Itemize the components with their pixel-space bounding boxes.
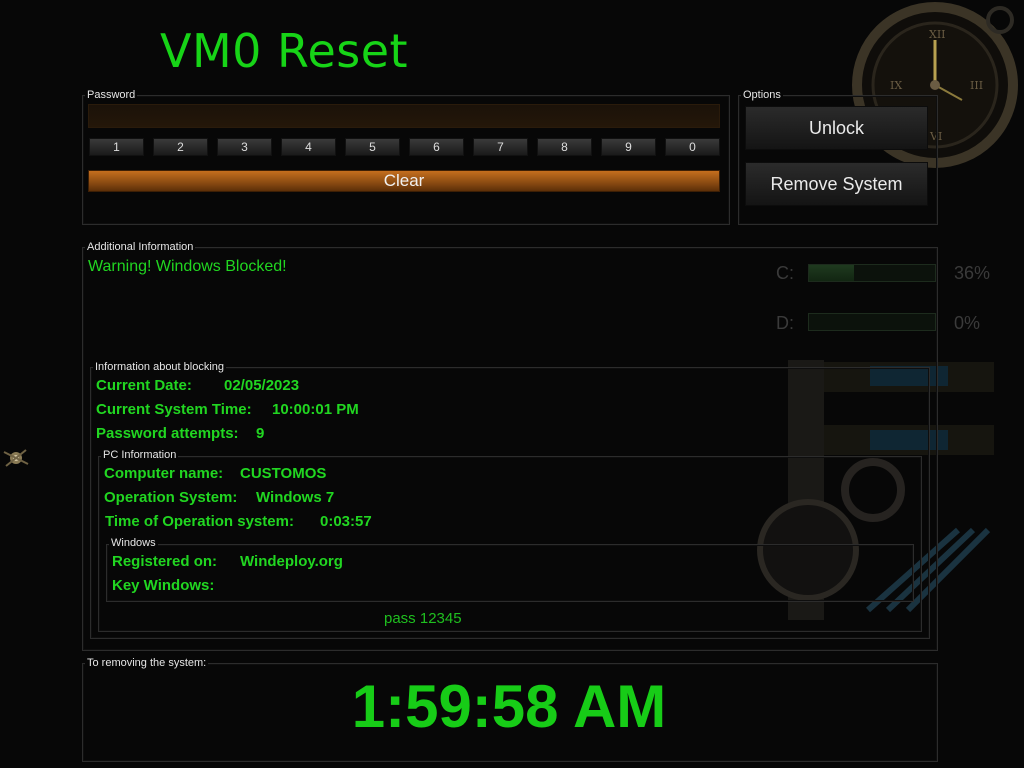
svg-text:IX: IX — [890, 79, 902, 92]
uptime-label: Time of Operation system: — [105, 513, 294, 530]
unlock-button[interactable]: Unlock — [745, 106, 928, 150]
countdown-timer: 1:59:58 AM — [351, 673, 667, 740]
key-8-button[interactable]: 8 — [537, 138, 592, 156]
drive-d-percent: 0% — [954, 313, 981, 333]
key-4-button[interactable]: 4 — [281, 138, 336, 156]
uptime-value: 0:03:57 — [320, 513, 372, 530]
svg-text:XII: XII — [929, 28, 946, 41]
drive-c-bar — [808, 264, 936, 282]
current-time-value: 10:00:01 PM — [272, 401, 359, 418]
registered-on-label: Registered on: — [112, 553, 218, 570]
key-2-button[interactable]: 2 — [153, 138, 208, 156]
drive-d-bar — [808, 313, 936, 331]
windows-group-label: Windows — [109, 537, 158, 549]
operation-system-label: Operation System: — [104, 489, 238, 506]
clear-button[interactable]: Clear — [88, 170, 720, 192]
windows-group — [106, 544, 914, 602]
registered-on-value: Windeploy.org — [240, 553, 343, 570]
remove-system-button[interactable]: Remove System — [745, 162, 928, 206]
svg-text:III: III — [970, 79, 983, 92]
computer-name-value: CUSTOMOS — [240, 465, 327, 482]
key-7-button[interactable]: 7 — [473, 138, 528, 156]
options-group-label: Options — [741, 89, 783, 101]
blocking-group-label: Information about blocking — [93, 361, 227, 373]
drive-c-percent: 36% — [954, 263, 991, 283]
pc-info-group-label: PC Information — [101, 449, 179, 461]
gear-bug-icon — [3, 449, 29, 467]
computer-name-label: Computer name: — [104, 465, 224, 482]
current-date-label: Current Date: — [96, 377, 192, 394]
removing-group-label: To removing the system: — [85, 657, 209, 669]
password-attempts-value: 9 — [256, 425, 265, 442]
pass-note-text: pass 12345 — [384, 610, 462, 627]
password-attempts-label: Password attempts: — [96, 425, 239, 442]
drive-c-bar-fill — [809, 265, 855, 281]
key-windows-label: Key Windows: — [112, 577, 215, 594]
current-date-value: 02/05/2023 — [224, 377, 300, 394]
key-6-button[interactable]: 6 — [409, 138, 464, 156]
key-9-button[interactable]: 9 — [601, 138, 656, 156]
key-0-button[interactable]: 0 — [665, 138, 720, 156]
warning-text: Warning! Windows Blocked! — [88, 258, 287, 275]
key-5-button[interactable]: 5 — [345, 138, 400, 156]
additional-info-label: Additional Information — [85, 241, 196, 253]
drive-d-label: D: — [776, 313, 794, 333]
key-3-button[interactable]: 3 — [217, 138, 272, 156]
app-title: VM0 Reset — [160, 24, 409, 78]
current-time-label: Current System Time: — [96, 401, 252, 418]
operation-system-value: Windows 7 — [256, 489, 335, 506]
password-group-label: Password — [85, 89, 138, 101]
drive-c-label: C: — [776, 263, 794, 283]
key-1-button[interactable]: 1 — [89, 138, 144, 156]
password-input[interactable] — [88, 104, 720, 128]
